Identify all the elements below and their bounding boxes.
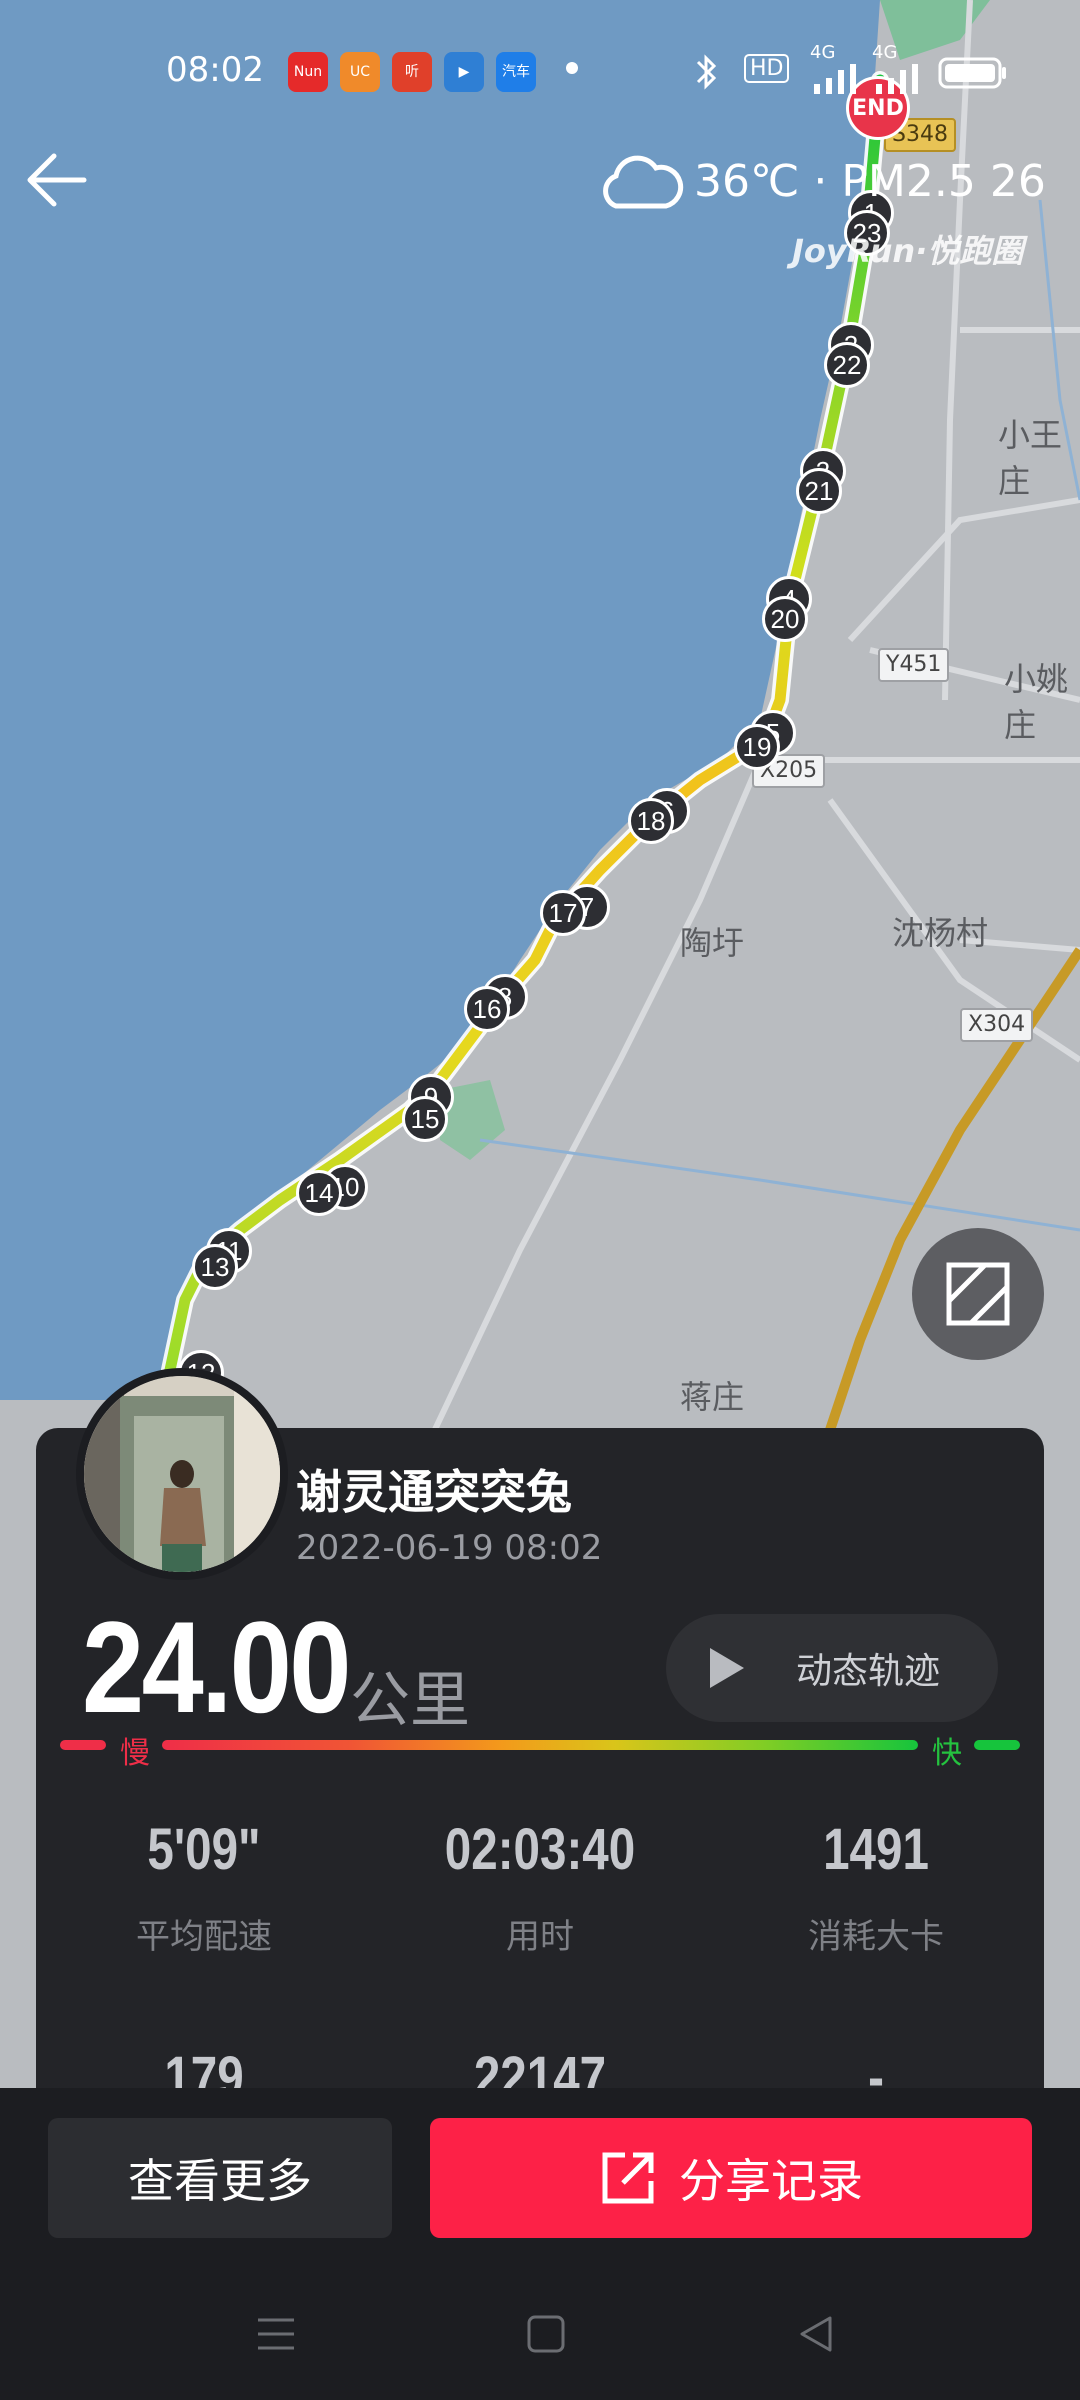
km-marker[interactable]: 18 <box>628 798 674 844</box>
notification-dot-icon <box>566 62 578 74</box>
stat-calories: 1491 消耗大卡 <box>708 1816 1044 1958</box>
place-label-taoxu: 陶圩 <box>680 924 745 962</box>
cloud-icon <box>603 155 684 209</box>
map-view-icon <box>946 1262 1010 1326</box>
km-marker[interactable]: 16 <box>464 986 510 1032</box>
back-arrow-icon <box>27 153 87 207</box>
route-replay-label: 动态轨迹 <box>796 1651 941 1692</box>
video-app-icon: ▶ <box>444 52 484 92</box>
stat-label: 用时 <box>506 1917 574 1957</box>
play-icon <box>710 1648 744 1688</box>
pace-gradient-bar <box>162 1740 918 1750</box>
km-marker[interactable]: 21 <box>796 468 842 514</box>
back-nav-icon[interactable] <box>796 2314 836 2354</box>
place-label-shenyang: 沈杨村 <box>892 914 989 952</box>
canal <box>479 1138 1080 1232</box>
pace-slow-label: 慢 <box>120 1736 150 1771</box>
pace-fast-label: 快 <box>932 1736 962 1771</box>
bottom-action-bar: 查看更多 分享记录 <box>0 2088 1080 2400</box>
road-badge-y451: Y451 <box>878 648 950 682</box>
km-marker[interactable]: 13 <box>192 1244 238 1290</box>
km-marker[interactable]: 20 <box>762 596 808 642</box>
km-marker[interactable]: 14 <box>296 1170 342 1216</box>
distance-unit: 公里 <box>350 1666 470 1736</box>
view-more-button[interactable]: 查看更多 <box>48 2118 392 2238</box>
weather-info: 36℃ · PM2.5 26 <box>596 146 1046 216</box>
battery-icon <box>938 57 1006 89</box>
status-time: 08:02 <box>166 50 264 90</box>
activity-datetime: 2022-06-19 08:02 <box>296 1528 603 1568</box>
weather-text: 36℃ · PM2.5 26 <box>694 155 1046 207</box>
audiobook-app-icon: 听 <box>392 52 432 92</box>
back-button[interactable] <box>24 148 88 212</box>
map-layers-button[interactable] <box>912 1228 1044 1360</box>
stat-label: 消耗大卡 <box>808 1917 944 1957</box>
stat-value: 02:03:40 <box>444 1817 636 1882</box>
highway <box>825 947 1080 1432</box>
signal-icon <box>814 64 856 94</box>
signal-icon-2 <box>876 64 918 94</box>
stat-value: 5'09" <box>147 1817 261 1882</box>
place-label-xiaowang: 小王庄 <box>998 416 1063 500</box>
bluetooth-icon <box>696 54 717 90</box>
car-app-icon: 汽车 <box>496 52 536 92</box>
route-replay-button[interactable]: 动态轨迹 <box>666 1614 998 1722</box>
km-marker[interactable]: 19 <box>734 724 780 770</box>
road-badge-x304: X304 <box>960 1008 1034 1042</box>
km-marker[interactable]: 15 <box>402 1096 448 1142</box>
pace-fast-swatch <box>974 1740 1020 1750</box>
pace-legend: 慢 快 <box>60 1736 1020 1771</box>
nun-app-icon: Nun <box>288 52 328 92</box>
network-type-label: 4G <box>810 42 836 63</box>
road <box>847 497 1080 643</box>
username: 谢灵通突突兔 <box>296 1465 572 1519</box>
stat-value: 1491 <box>823 1817 929 1882</box>
place-label-jiangzhuang: 蒋庄 <box>680 1378 745 1416</box>
place-label-xiaoyao: 小姚庄 <box>1004 660 1069 744</box>
uc-browser-icon: UC <box>340 52 380 92</box>
network-type-label-2: 4G <box>872 42 898 63</box>
km-marker[interactable]: 17 <box>540 890 586 936</box>
status-bar: 08:02 Nun UC 听 ▶ 汽车 HD 4G 4G <box>0 36 1080 108</box>
km-marker[interactable]: 22 <box>824 342 870 388</box>
stat-duration: 02:03:40 用时 <box>372 1816 708 1958</box>
distance-value: 24.00 <box>82 1594 351 1740</box>
share-record-label: 分享记录 <box>679 2154 863 2208</box>
home-nav-icon[interactable] <box>526 2314 566 2354</box>
pace-slow-swatch <box>60 1740 106 1750</box>
menu-nav-icon[interactable] <box>256 2314 296 2354</box>
avatar[interactable] <box>84 1376 280 1572</box>
hd-icon: HD <box>744 54 790 83</box>
stat-avg-pace: 5'09" 平均配速 <box>36 1816 372 1958</box>
brand-watermark: JoyRun·悦跑圈 <box>792 232 1024 270</box>
share-icon <box>602 2152 654 2204</box>
stat-label: 平均配速 <box>136 1917 272 1957</box>
avatar-photo <box>84 1376 280 1572</box>
share-record-button[interactable]: 分享记录 <box>430 2118 1032 2238</box>
